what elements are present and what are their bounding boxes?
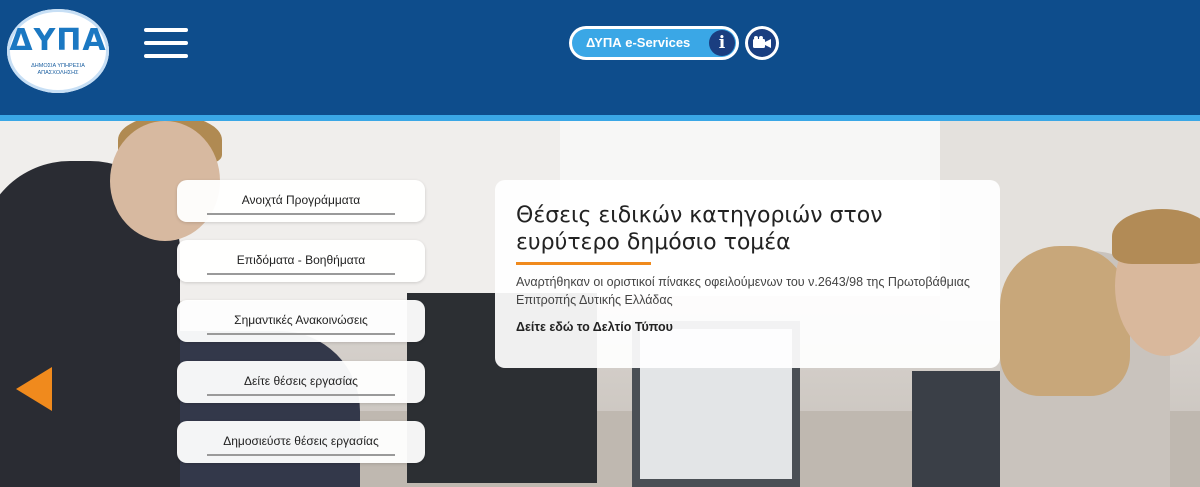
menu-benefits[interactable]: Επιδόματα - Βοηθήματα (177, 240, 425, 282)
logo-subtitle: ΔΗΜΟΣΙΑ ΥΠΗΡΕΣΙΑ ΑΠΑΣΧΟΛΗΣΗΣ (31, 63, 85, 76)
menu-item-label: Επιδόματα - Βοηθήματα (236, 253, 366, 267)
logo-text: ΔΥΠΑ (9, 23, 107, 58)
menu-item-label: Σημαντικές Ανακοινώσεις (234, 313, 368, 327)
menu-item-label: Δείτε θέσεις εργασίας (244, 374, 358, 388)
news-text: Αναρτήθηκαν οι οριστικοί πίνακες οφειλού… (516, 275, 970, 307)
dypa-logo[interactable]: ΔΥΠΑ ΔΗΜΟΣΙΑ ΥΠΗΡΕΣΙΑ ΑΠΑΣΧΟΛΗΣΗΣ (7, 9, 109, 93)
title-accent-line (516, 262, 651, 265)
menu-item-label: Δημοσιεύστε θέσεις εργασίας (223, 434, 379, 448)
site-header: ΔΥΠΑ ΔΗΜΟΣΙΑ ΥΠΗΡΕΣΙΑ ΑΠΑΣΧΟΛΗΣΗΣ ΔΥΠΑ e… (0, 0, 1200, 115)
menu-announcements[interactable]: Σημαντικές Ανακοινώσεις (177, 300, 425, 342)
menu-item-label: Ανοιχτά Προγράμματα (241, 193, 361, 207)
menu-view-jobs[interactable]: Δείτε θέσεις εργασίας (177, 361, 425, 403)
video-camera-icon (753, 36, 771, 48)
video-camera-button[interactable] (745, 26, 779, 60)
news-card: Θέσεις ειδικών κατηγοριών στον ευρύτερο … (495, 180, 1000, 368)
press-release-link[interactable]: Δείτε εδώ το Δελτίο Τύπου (516, 320, 673, 334)
menu-post-jobs[interactable]: Δημοσιεύστε θέσεις εργασίας (177, 421, 425, 463)
news-title[interactable]: Θέσεις ειδικών κατηγοριών στον ευρύτερο … (516, 202, 976, 256)
info-icon[interactable]: i (709, 30, 735, 56)
hamburger-menu-icon[interactable] (144, 26, 188, 60)
eservices-button[interactable]: ΔΥΠΑ e-Services i (569, 26, 739, 60)
menu-open-programs[interactable]: Ανοιχτά Προγράμματα (177, 180, 425, 222)
arrow-left-icon[interactable] (14, 367, 54, 411)
eservices-label: ΔΥΠΑ e-Services (586, 35, 691, 50)
